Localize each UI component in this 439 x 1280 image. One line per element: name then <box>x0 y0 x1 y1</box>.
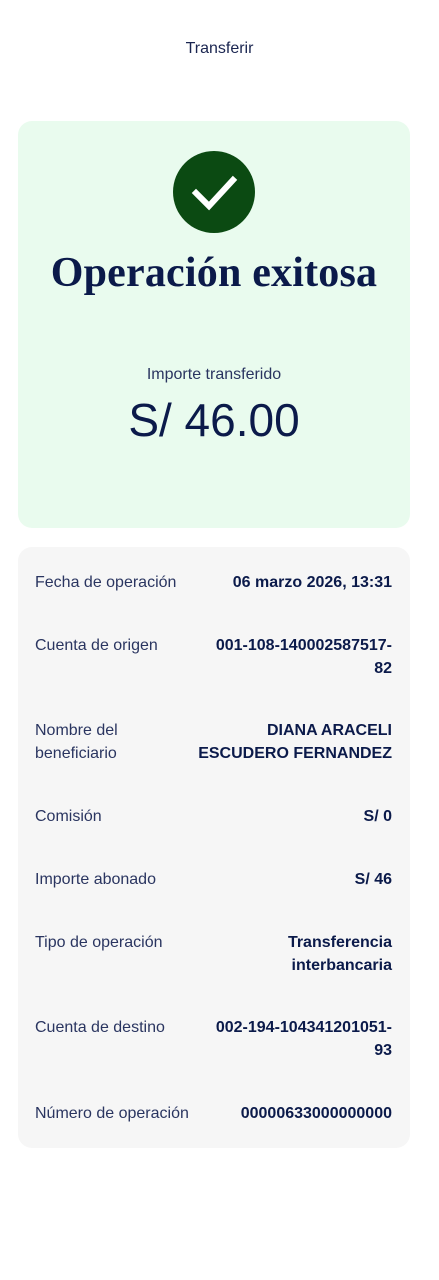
detail-label: Cuenta de origen <box>35 637 158 654</box>
detail-value: S/ 46 <box>354 871 392 888</box>
detail-label: Importe abonado <box>35 871 156 888</box>
detail-value: S/ 0 <box>363 808 392 825</box>
detail-label: Cuenta de destino <box>35 1019 165 1036</box>
detail-label: Nombre del beneficiario <box>35 722 118 762</box>
detail-value: 06 marzo 2026, 13:31 <box>232 574 392 591</box>
amount-value: S/ 46.00 <box>128 394 300 446</box>
detail-value: 002-194-104341201051- 93 <box>215 1019 392 1059</box>
page-title: Transferir <box>185 40 254 57</box>
detail-label: Fecha de operación <box>35 574 177 591</box>
detail-label: Comisión <box>35 808 102 825</box>
success-card: Operación exitosa Importe transferido S/… <box>18 121 410 528</box>
details-card: Fecha de operación 06 marzo 2026, 13:31 … <box>18 547 410 1148</box>
check-icon <box>173 151 255 233</box>
detail-label: Número de operación <box>35 1105 189 1122</box>
detail-value: DIANA ARACELI ESCUDERO FERNANDEZ <box>198 722 392 762</box>
detail-value: 00000633000000000 <box>240 1105 392 1122</box>
detail-value: 001-108-140002587517- 82 <box>215 637 392 677</box>
detail-value: Transferencia interbancaria <box>287 934 392 974</box>
detail-label: Tipo de operación <box>35 934 163 951</box>
success-title: Operación exitosa <box>50 250 378 296</box>
amount-label: Importe transferido <box>146 366 282 383</box>
